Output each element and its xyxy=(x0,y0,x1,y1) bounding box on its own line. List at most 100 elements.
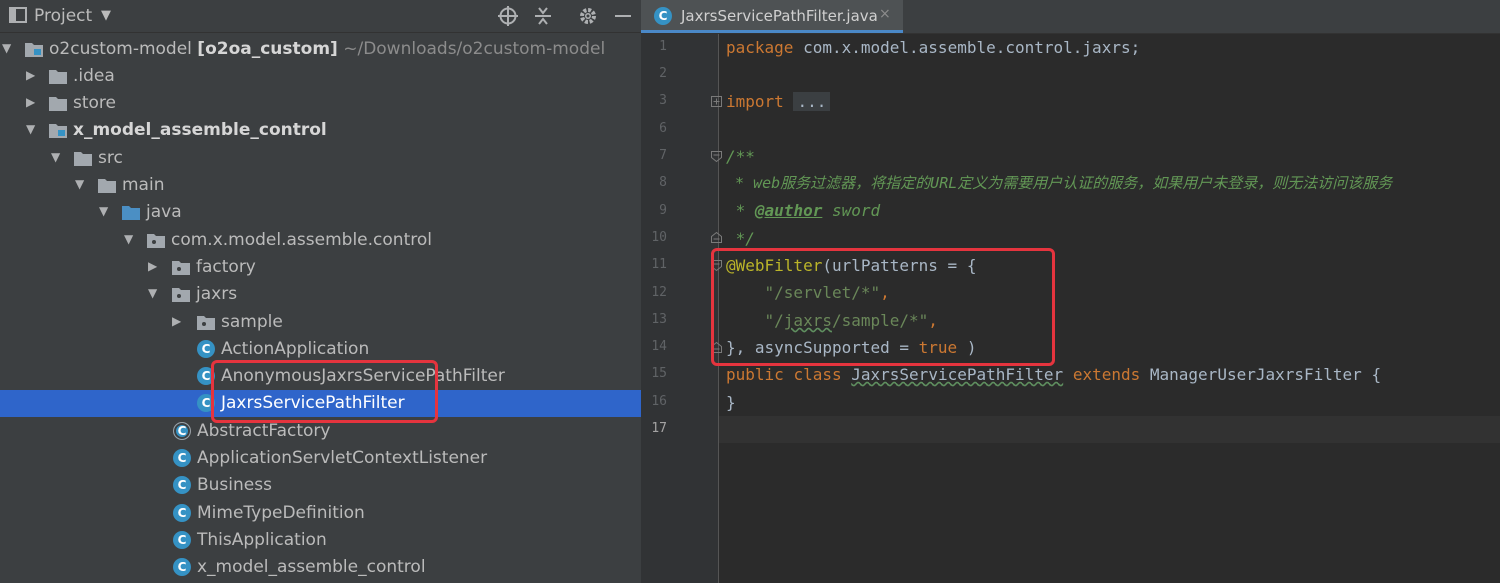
expanded-arrow-icon[interactable]: ▼ xyxy=(148,286,157,300)
project-panel: Project ▼ ▼ o2custom-model [o2oa_custom]… xyxy=(0,0,641,583)
root-module: [o2oa_custom] xyxy=(197,39,338,59)
line-number: 14 xyxy=(651,339,667,354)
tree-item-label: com.x.model.assemble.control xyxy=(171,230,432,250)
project-view-icon[interactable] xyxy=(9,7,27,23)
expanded-arrow-icon[interactable]: ▼ xyxy=(124,232,133,246)
tree-item-label: factory xyxy=(196,257,256,277)
class-icon: C xyxy=(197,367,215,385)
expanded-arrow-icon[interactable]: ▼ xyxy=(2,41,11,55)
tree-item-label: ApplicationServletContextListener xyxy=(197,448,488,468)
tree-item-label: sample xyxy=(221,312,283,332)
collapsed-arrow-icon[interactable]: ▶ xyxy=(148,259,157,273)
tree-item-main[interactable]: ▼ main xyxy=(0,172,641,199)
line-number: 16 xyxy=(651,394,667,409)
tab-jaxrs-service-path-filter[interactable]: C JaxrsServicePathFilter.java × xyxy=(641,0,903,33)
line-number: 8 xyxy=(659,175,667,190)
code-line-8: * web服务过滤器，将指定的URL定义为需要用户认证的服务，如果用户未登录，则… xyxy=(726,174,1393,192)
code-line-7: /** xyxy=(726,147,755,166)
root-path: ~/Downloads/o2custom-model xyxy=(343,39,606,59)
class-icon: C xyxy=(654,7,672,25)
chevron-down-icon[interactable]: ▼ xyxy=(101,8,111,23)
tree-item-module-class[interactable]: C x_model_assemble_control xyxy=(0,554,641,581)
source-folder-icon xyxy=(122,206,140,220)
tree-item-business[interactable]: C Business xyxy=(0,472,641,499)
folder-icon xyxy=(74,152,92,166)
line-number: 12 xyxy=(651,285,667,300)
tab-label: JaxrsServicePathFilter.java xyxy=(681,7,878,25)
tree-item-abstract-factory[interactable]: C AbstractFactory xyxy=(0,418,641,445)
line-number: 9 xyxy=(659,203,667,218)
tree-item-label: Business xyxy=(197,475,272,495)
tree-item-jaxrs-filter[interactable]: C JaxrsServicePathFilter xyxy=(0,390,641,417)
code-line-1: package com.x.model.assemble.control.jax… xyxy=(726,38,1141,57)
project-panel-title[interactable]: Project xyxy=(34,6,92,26)
editor-tab-bar: C JaxrsServicePathFilter.java × xyxy=(641,0,1500,34)
expanded-arrow-icon[interactable]: ▼ xyxy=(99,204,108,218)
tree-item-this-application[interactable]: C ThisApplication xyxy=(0,527,641,554)
package-icon xyxy=(197,316,215,330)
gear-icon[interactable] xyxy=(577,5,599,27)
line-number: 17 xyxy=(651,421,667,436)
collapse-all-icon[interactable] xyxy=(532,5,554,27)
code-line-16: } xyxy=(726,393,736,412)
tree-item-action-application[interactable]: C ActionApplication xyxy=(0,336,641,363)
class-icon: C xyxy=(173,504,191,522)
line-number: 13 xyxy=(651,312,667,327)
tree-item-anonymous-filter[interactable]: C AnonymousJaxrsServicePathFilter xyxy=(0,363,641,390)
tree-item-jaxrs[interactable]: ▼ jaxrs xyxy=(0,281,641,308)
collapsed-arrow-icon[interactable]: ▶ xyxy=(172,314,181,328)
project-panel-header: Project ▼ xyxy=(0,0,641,33)
folded-imports[interactable]: ... xyxy=(793,92,831,111)
folder-icon xyxy=(49,97,67,111)
close-icon[interactable]: × xyxy=(879,6,891,22)
line-number-gutter: 1 2 3 6 7 8 9 10 11 12 13 14 15 16 17 xyxy=(641,34,722,583)
collapsed-arrow-icon[interactable]: ▶ xyxy=(26,95,35,109)
line-number: 11 xyxy=(651,257,667,272)
locate-target-icon[interactable] xyxy=(497,5,519,27)
line-number: 7 xyxy=(659,148,667,163)
tree-item-label: ActionApplication xyxy=(221,339,370,359)
tree-item-src[interactable]: ▼ src xyxy=(0,145,641,172)
tree-item-mime-type[interactable]: C MimeTypeDefinition xyxy=(0,500,641,527)
class-icon: C xyxy=(197,340,215,358)
tree-item-label: x_model_assemble_control xyxy=(197,557,426,577)
editor-panel: C JaxrsServicePathFilter.java × 1 2 3 6 … xyxy=(641,0,1500,583)
code-line-15: public class JaxrsServicePathFilter exte… xyxy=(726,365,1382,384)
expanded-arrow-icon[interactable]: ▼ xyxy=(26,122,35,136)
tree-item-label: MimeTypeDefinition xyxy=(197,503,365,523)
code-line-9: * @author sword xyxy=(726,201,881,220)
tree-item-java[interactable]: ▼ java xyxy=(0,199,641,226)
line-number: 15 xyxy=(651,366,667,381)
tree-item-label: AbstractFactory xyxy=(197,421,331,441)
folder-icon xyxy=(98,179,116,193)
tree-item-module[interactable]: ▼ x_model_assemble_control xyxy=(0,117,641,144)
collapsed-arrow-icon[interactable]: ▶ xyxy=(26,68,35,82)
tree-item-label: x_model_assemble_control xyxy=(73,120,327,140)
code-editor[interactable]: package com.x.model.assemble.control.jax… xyxy=(719,34,1500,583)
tree-item-store[interactable]: ▶ store xyxy=(0,90,641,117)
tree-item-label: jaxrs xyxy=(196,284,238,304)
tree-item-label: ThisApplication xyxy=(197,530,327,550)
tree-item-root[interactable]: ▼ o2custom-model [o2oa_custom] ~/Downloa… xyxy=(0,36,641,63)
tree-item-label: src xyxy=(98,148,123,168)
tree-item-package-root[interactable]: ▼ com.x.model.assemble.control xyxy=(0,227,641,254)
expanded-arrow-icon[interactable]: ▼ xyxy=(51,150,60,164)
module-folder-icon xyxy=(25,43,43,57)
tree-item-label: AnonymousJaxrsServicePathFilter xyxy=(221,366,505,386)
tree-item-idea[interactable]: ▶ .idea xyxy=(0,63,641,90)
tree-item-context-listener[interactable]: C ApplicationServletContextListener xyxy=(0,445,641,472)
tree-item-sample[interactable]: ▶ sample xyxy=(0,309,641,336)
expanded-arrow-icon[interactable]: ▼ xyxy=(75,177,84,191)
class-icon: C xyxy=(173,476,191,494)
line-number: 3 xyxy=(659,93,667,108)
package-icon xyxy=(172,261,190,275)
line-number: 6 xyxy=(659,121,667,136)
package-icon xyxy=(172,288,190,302)
tree-item-factory[interactable]: ▶ factory xyxy=(0,254,641,281)
class-icon: C xyxy=(173,449,191,467)
line-number: 2 xyxy=(659,66,667,81)
abstract-class-icon: C xyxy=(173,422,191,440)
code-line-3: import ... xyxy=(726,88,831,115)
hide-panel-icon[interactable] xyxy=(612,5,634,27)
tree-item-label: store xyxy=(73,93,116,113)
